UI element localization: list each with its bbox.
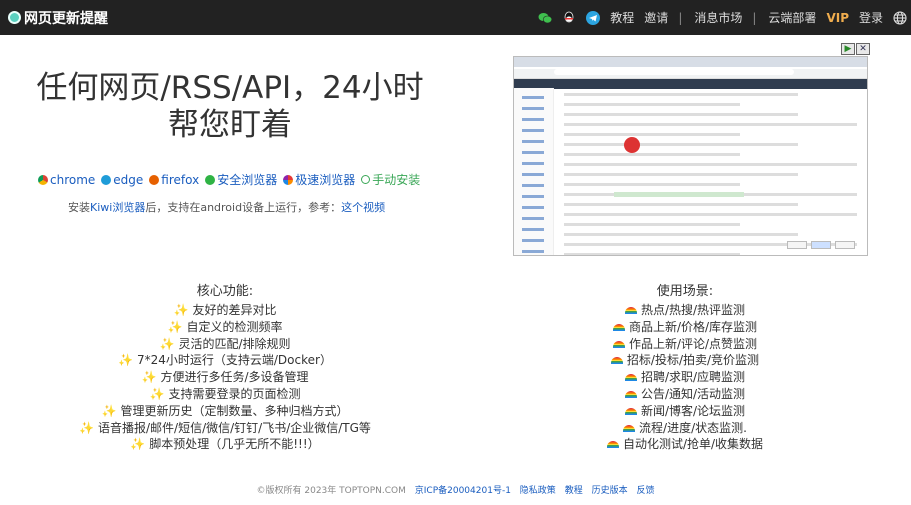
feature-item: ✨ 支持需要登录的页面检测 [149, 386, 301, 401]
brand[interactable]: 网页更新提醒 [8, 8, 108, 28]
360-speed-browser-install-link[interactable]: 极速浏览器 [283, 171, 355, 188]
close-icon[interactable]: ✕ [856, 43, 870, 55]
sparkle-icon: ✨ [149, 386, 165, 401]
wechat-icon[interactable] [538, 11, 553, 25]
speed-browser-icon [283, 174, 294, 185]
version-history-link[interactable]: 历史版本 [592, 486, 628, 496]
manual-install-link[interactable]: 手动安装 [361, 171, 420, 188]
sparkle-icon: ✨ [101, 403, 117, 418]
rainbow-icon [612, 340, 625, 348]
360-safe-browser-install-link[interactable]: 安全浏览器 [205, 171, 277, 188]
hero-title: 任何网页/RSS/API，24小时 帮您盯着 [10, 70, 450, 144]
video-link[interactable]: 这个视频 [341, 201, 385, 214]
scenario-item: 热点/热搜/热评监测 [535, 302, 835, 319]
icp-link[interactable]: 京ICP备20004201号-1 [415, 486, 511, 496]
safe-browser-icon [205, 174, 216, 185]
firefox-install-link[interactable]: firefox [149, 173, 199, 187]
nav-cloud-deploy[interactable]: 云端部署 [768, 9, 816, 26]
firefox-icon [149, 174, 160, 185]
use-scenarios: 使用场景: 热点/热搜/热评监测 商品上新/价格/库存监测 作品上新/评论/点赞… [535, 284, 835, 453]
globe-icon[interactable] [893, 10, 907, 25]
nav-separator: | [752, 10, 757, 25]
rainbow-icon [606, 441, 619, 449]
feature-item: ✨ 方便进行多任务/多设备管理 [141, 370, 309, 385]
brand-name: 网页更新提醒 [24, 10, 108, 27]
edge-icon [101, 174, 112, 185]
sparkle-icon: ✨ [167, 319, 183, 334]
scenario-item: 招聘/求职/应聘监测 [535, 369, 835, 386]
chrome-icon [38, 174, 48, 185]
core-features-title: 核心功能: [196, 284, 254, 299]
telegram-icon[interactable] [586, 10, 601, 25]
feature-item: ✨ 灵活的匹配/排除规则 [159, 336, 291, 351]
feature-item: ✨ 友好的差异对比 [173, 303, 277, 317]
kiwi-install-note: 安装Kiwi浏览器后，支持在android设备上运行，参考：这个视频 [68, 199, 385, 215]
edge-install-link[interactable]: edge [101, 173, 143, 187]
footer: ©版权所有 2023年 TOPTOPN.COM 京ICP备20004201号-1… [0, 483, 911, 496]
rainbow-icon [624, 407, 637, 415]
scenario-item: 商品上新/价格/库存监测 [535, 319, 835, 336]
chrome-install-link[interactable]: chrome [38, 173, 95, 187]
top-navbar: 网页更新提醒 教程 邀请 | 消息市场 | 云端部署 VIP 登录 [0, 0, 911, 35]
feature-item: ✨ 脚本预处理（几乎无所不能!!!） [130, 437, 320, 452]
sparkle-icon: ✨ [118, 353, 133, 368]
chrome-label: chrome [50, 172, 96, 187]
scenario-item: 自动化测试/抢单/收集数据 [535, 436, 835, 453]
copyright: ©版权所有 2023年 TOPTOPN.COM [256, 486, 406, 496]
nav-message-market[interactable]: 消息市场 [694, 9, 742, 26]
hero-title-line1: 任何网页/RSS/API，24小时 [36, 70, 424, 106]
feature-item: ✨ 自定义的检测频率 [167, 319, 283, 334]
use-scenarios-title: 使用场景: [656, 284, 714, 299]
note-middle: 后，支持在android设备上运行，参考： [145, 201, 342, 214]
scenario-item: 流程/进度/状态监测. [535, 420, 835, 437]
rainbow-icon [610, 357, 623, 365]
nav-right: 教程 邀请 | 消息市场 | 云端部署 VIP 登录 [538, 0, 911, 35]
nav-separator: | [678, 10, 683, 25]
manual-install-label: 手动安装 [372, 173, 421, 187]
sparkle-icon: ✨ [159, 336, 175, 351]
nav-tutorial[interactable]: 教程 [610, 9, 634, 26]
nav-login[interactable]: 登录 [859, 9, 883, 26]
scenario-item: 招标/投标/拍卖/竞价监测 [535, 352, 835, 369]
nav-invite[interactable]: 邀请 [644, 9, 668, 26]
scenario-item: 作品上新/评论/点赞监测 [535, 336, 835, 353]
hero-title-line2: 帮您盯着 [168, 107, 292, 143]
rainbow-icon [623, 424, 636, 432]
feature-item: ✨ 7*24小时运行（支持云端/Docker） [118, 353, 332, 368]
feedback-link[interactable]: 反馈 [636, 486, 654, 496]
rainbow-icon [612, 323, 625, 331]
scenario-item: 新闻/博客/论坛监测 [535, 403, 835, 420]
sparkle-icon: ✨ [130, 437, 146, 452]
sparkle-icon: ✨ [173, 303, 189, 317]
sparkle-icon: ✨ [141, 370, 157, 385]
note-prefix: 安装 [68, 201, 90, 214]
speed-browser-label: 极速浏览器 [295, 173, 356, 187]
feature-item: ✨ 管理更新历史（定制数量、多种归档方式） [101, 403, 349, 418]
privacy-link[interactable]: 隐私政策 [520, 486, 556, 496]
edge-label: edge [113, 172, 144, 187]
scenario-item: 公告/通知/活动监测 [535, 386, 835, 403]
safe-browser-label: 安全浏览器 [217, 173, 278, 187]
browser-install-links: chrome edge firefox 安全浏览器 极速浏览器 手动安装 [38, 171, 426, 188]
footer-tutorial-link[interactable]: 教程 [565, 486, 583, 496]
rainbow-icon [624, 307, 637, 314]
product-screenshot [513, 56, 868, 256]
firefox-label: firefox [161, 172, 200, 187]
core-features: 核心功能: ✨ 友好的差异对比 ✨ 自定义的检测频率 ✨ 灵活的匹配/排除规则 ✨ 7*… [60, 284, 390, 453]
screenshot-controls: ▶ ✕ [840, 43, 870, 55]
rainbow-icon [624, 390, 637, 398]
kiwi-browser-link[interactable]: Kiwi浏览器 [90, 201, 145, 214]
manual-install-icon [361, 175, 371, 184]
sparkle-icon: ✨ [79, 420, 94, 435]
brand-logo-icon [8, 11, 21, 24]
nav-vip[interactable]: VIP [826, 11, 849, 25]
feature-item: ✨ 语音播报/邮件/短信/微信/钉钉/飞书/企业微信/TG等 [79, 420, 371, 435]
qq-icon[interactable] [562, 11, 576, 25]
play-icon[interactable]: ▶ [841, 43, 855, 55]
rainbow-icon [624, 374, 637, 382]
